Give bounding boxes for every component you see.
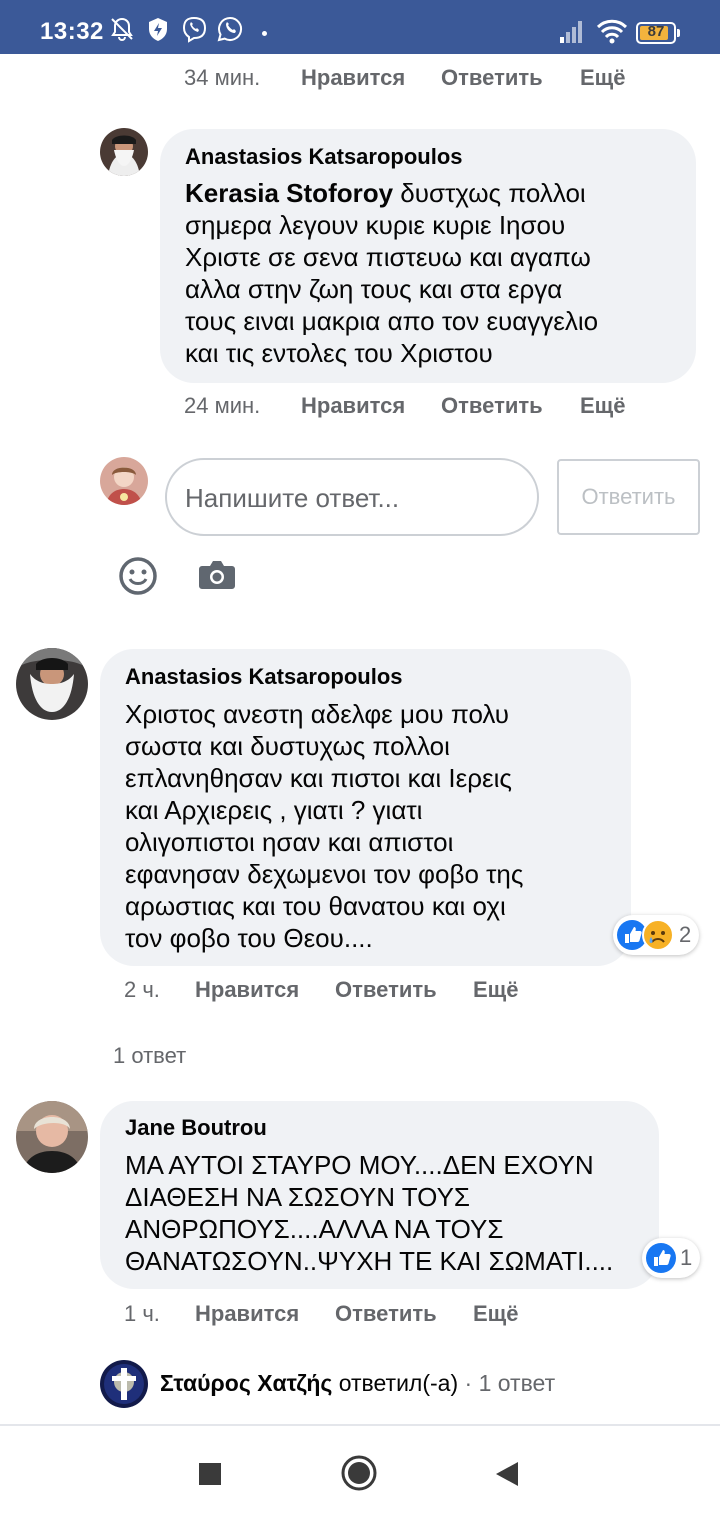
like-button[interactable]: Нравится <box>195 977 299 1003</box>
bell-off-icon <box>111 17 133 41</box>
sad-reaction-icon <box>642 919 674 951</box>
back-triangle-icon[interactable] <box>494 1460 520 1488</box>
comment-line: αλλα στην ζωη τους και στα εργα <box>185 274 563 304</box>
view-replies-link[interactable]: 1 ответ <box>113 1043 186 1069</box>
comment-line: ολιγοπιστοι ησαν και απιστοι <box>125 827 454 857</box>
comment-line: ΘΑΝΑΤΩΣΟΥΝ..ΨΥΧΗ ΤΕ ΚΑΙ ΣΩΜΑΤΙ.... <box>125 1246 614 1276</box>
whatsapp-icon <box>217 16 242 42</box>
comment-line: Χριστε σε σενα πιστευω και αγαπω <box>185 242 591 272</box>
mention-link[interactable]: Kerasia Stoforoy <box>185 178 393 208</box>
comment-bubble: Jane Boutrou ΜΑ ΑΥΤΟΙ ΣΤΑΥΡΟ ΜΟΥ....ΔΕΝ … <box>100 1101 659 1289</box>
avatar[interactable] <box>16 648 88 720</box>
comment-line: και Αρχιερεις , γιατι ? γιατι <box>125 795 423 825</box>
comment-time: 34 мин. <box>184 65 261 90</box>
reply-button[interactable]: Ответить <box>335 977 437 1003</box>
comment-line: τον φοβο του Θεου.... <box>125 923 373 953</box>
avatar[interactable] <box>100 128 148 176</box>
comment-line: σημερα λεγουν κυριε κυριε Ιησου <box>185 210 566 240</box>
notification-dot <box>262 31 267 36</box>
battery-nub <box>677 29 680 37</box>
comment-line: σωστα και δυστυχως πολλοι <box>125 731 450 761</box>
reaction-count: 1 <box>680 1245 693 1270</box>
comment-line-text: δυστχως πολλοι <box>393 178 586 208</box>
comment-line: τους ειναι μακρια απο τον ευαγγελιο <box>185 306 599 336</box>
system-nav-bar <box>0 1424 720 1522</box>
reply-preview-author[interactable]: Σταύρος Χατζής <box>160 1370 332 1396</box>
reactions-badge[interactable]: 2 <box>613 915 699 955</box>
comment-actions: 1 ч. Нравится Ответить Ещё <box>124 1301 624 1329</box>
reply-preview-separator: · <box>464 1370 473 1396</box>
comment-line: και τις εντολες του Χριστου <box>185 338 493 368</box>
reply-preview-count[interactable]: 1 ответ <box>479 1370 556 1396</box>
comment-actions: 2 ч. Нравится Ответить Ещё <box>124 977 624 1005</box>
reply-button[interactable]: Ответить <box>441 393 543 419</box>
reply-input-box[interactable] <box>165 458 539 536</box>
status-time: 13:32 <box>40 18 104 45</box>
comment-line: αρωστιας και του θανατου και οχι <box>125 891 506 921</box>
battery-level: 87 <box>647 23 665 40</box>
comment-author[interactable]: Anastasios Katsaropoulos <box>185 144 463 170</box>
comment-line: Χριστος ανεστη αδελφε μου πολυ <box>125 699 510 729</box>
avatar[interactable] <box>16 1101 88 1173</box>
comment-line: επλανηθησαν και πιστοι και Ιερεις <box>125 763 512 793</box>
reply-preview[interactable]: Σταύρος Χατζής ответил(-а) · 1 ответ <box>160 1370 555 1397</box>
like-button[interactable]: Нравится <box>301 65 405 91</box>
reply-button[interactable]: Ответить <box>441 65 543 91</box>
signal-icon <box>560 21 582 43</box>
avatar[interactable] <box>100 1360 148 1408</box>
comment-text: Kerasia Stoforoy δυστχως πολλοι σημερα λ… <box>185 177 685 369</box>
reply-preview-action: ответил(-а) <box>338 1370 459 1396</box>
user-avatar <box>100 457 148 505</box>
comment-text: Χριστος ανεστη αδελφε μου πολυ σωστα και… <box>125 698 625 954</box>
more-button[interactable]: Ещё <box>580 393 625 419</box>
wifi-icon <box>596 19 628 44</box>
comment-line: ΔΙΑΘΕΣΗ ΝΑ ΣΩΣΟΥΝ ΤΟΥΣ <box>125 1182 470 1212</box>
shield-icon <box>149 18 167 41</box>
comment-time: 2 ч. <box>124 977 160 1002</box>
recents-square-icon[interactable] <box>198 1462 222 1486</box>
comment-line: εφανησαν δεχωμενοι τον φοβο της <box>125 859 524 889</box>
comment-line: ΜΑ ΑΥΤΟΙ ΣΤΑΥΡΟ ΜΟΥ....ΔΕΝ ΕΧΟΥΝ <box>125 1150 594 1180</box>
comment-actions: 34 мин. Нравится Ответить Ещё <box>184 65 684 93</box>
comment-bubble: Anastasios Katsaropoulos Χριστος ανεστη … <box>100 649 631 966</box>
reactions-badge[interactable]: 1 <box>642 1238 700 1278</box>
like-reaction-icon <box>646 1243 676 1273</box>
comment-author[interactable]: Jane Boutrou <box>125 1115 267 1141</box>
viber-icon <box>182 16 207 43</box>
comment-time: 24 мин. <box>184 393 261 418</box>
more-button[interactable]: Ещё <box>473 977 518 1003</box>
more-button[interactable]: Ещё <box>580 65 625 91</box>
status-bar: 13:32 87 <box>0 0 720 54</box>
camera-icon[interactable] <box>198 558 236 592</box>
comment-line: Kerasia Stoforoy δυστχως πολλοι <box>185 177 685 209</box>
home-circle-icon[interactable] <box>340 1454 378 1492</box>
comment-line: ΑΝΘΡΩΠΟΥΣ....ΑΛΛΑ ΝΑ ΤΟΥΣ <box>125 1214 504 1244</box>
reply-submit-button[interactable]: Ответить <box>557 459 700 535</box>
more-button[interactable]: Ещё <box>473 1301 518 1327</box>
comment-text: ΜΑ ΑΥΤΟΙ ΣΤΑΥΡΟ ΜΟΥ....ΔΕΝ ΕΧΟΥΝ ΔΙΑΘΕΣΗ… <box>125 1149 655 1277</box>
reply-button[interactable]: Ответить <box>335 1301 437 1327</box>
emoji-icon[interactable] <box>118 556 158 596</box>
comment-bubble: Anastasios Katsaropoulos Kerasia Stoforo… <box>160 129 696 383</box>
reaction-count: 2 <box>679 922 692 947</box>
comment-actions: 24 мин. Нравится Ответить Ещё <box>184 393 684 421</box>
like-button[interactable]: Нравится <box>195 1301 299 1327</box>
battery-icon: 87 <box>636 22 680 44</box>
reply-input[interactable] <box>183 474 517 522</box>
comment-author[interactable]: Anastasios Katsaropoulos <box>125 664 403 690</box>
like-button[interactable]: Нравится <box>301 393 405 419</box>
comment-time: 1 ч. <box>124 1301 160 1326</box>
